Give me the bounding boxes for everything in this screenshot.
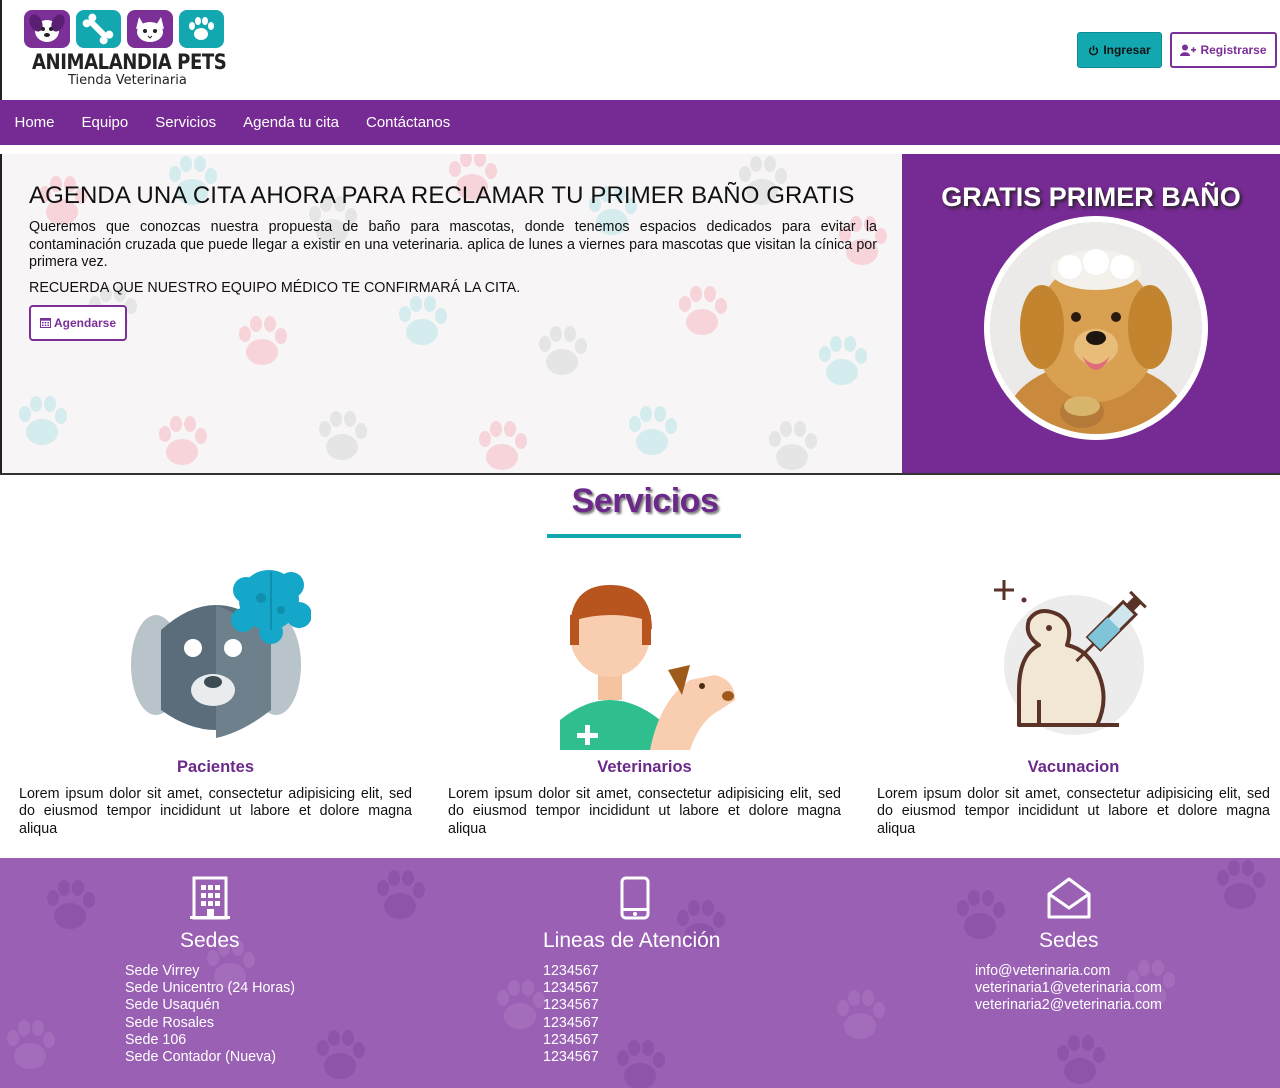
phone-item[interactable]: 1234567 — [543, 980, 599, 997]
site-header: ANIMALANDIA PETS Tienda Veterinaria Ingr… — [0, 0, 1280, 100]
nav-item-home[interactable]: Home — [1, 114, 68, 131]
bone-icon — [75, 10, 121, 48]
location-item: Sede Contador (Nueva) — [125, 1049, 276, 1066]
hero-banner: AGENDA UNA CITA AHORA PARA RECLAMAR TU P… — [0, 154, 902, 474]
cat-face-icon — [127, 10, 173, 48]
nav-item-servicios[interactable]: Servicios — [142, 114, 230, 131]
promo-panel: GRATIS PRIMER BAÑO — [902, 154, 1280, 474]
location-item: Sede 106 — [125, 1031, 187, 1048]
login-label: Ingresar — [1103, 43, 1151, 57]
nav-item-contacto[interactable]: Contáctanos — [353, 114, 464, 131]
service-name: Pacientes — [176, 758, 255, 776]
location-item: Sede Rosales — [125, 1014, 215, 1031]
nav-item-equipo[interactable]: Equipo — [68, 114, 142, 131]
main-navigation: Home Equipo Servicios Agenda tu cita Con… — [0, 100, 1280, 145]
dog-bath-photo — [984, 216, 1208, 440]
nav-item-agenda[interactable]: Agenda tu cita — [230, 114, 353, 131]
login-button[interactable]: Ingresar — [1077, 32, 1162, 68]
mobile-phone-icon — [620, 876, 650, 920]
register-button[interactable]: Registrarse — [1170, 32, 1277, 68]
sick-dog-icon — [116, 560, 316, 750]
phone-item[interactable]: 1234567 — [543, 1015, 599, 1032]
service-description: Lorem ipsum dolor sit amet, consectetur … — [448, 786, 841, 837]
locations-title: Sedes — [180, 929, 240, 952]
location-item: Sede Unicentro (24 Horas) — [125, 980, 296, 997]
power-icon — [1089, 45, 1099, 55]
service-card-veterinarios: Veterinarios Lorem ipsum dolor sit amet,… — [448, 560, 841, 838]
site-footer: Sedes Sede Virrey Sede Unicentro (24 Hor… — [0, 858, 1280, 1088]
location-item: Sede Usaquén — [125, 997, 220, 1014]
service-name: Veterinarios — [597, 758, 692, 776]
brand-logo[interactable]: ANIMALANDIA PETS Tienda Veterinaria — [24, 10, 227, 90]
hero-title: AGENDA UNA CITA AHORA PARA RECLAMAR TU P… — [29, 182, 855, 209]
phone-item[interactable]: 1234567 — [543, 1049, 599, 1066]
calendar-icon — [39, 318, 51, 328]
paw-print-icon — [178, 10, 224, 48]
building-icon — [190, 876, 230, 920]
envelope-open-icon — [1046, 876, 1092, 920]
brand-subtitle: Tienda Veterinaria — [68, 73, 187, 88]
locations-list: Sede Virrey Sede Unicentro (24 Horas) Se… — [125, 963, 295, 1066]
brand-name: ANIMALANDIA PETS — [32, 50, 227, 74]
promo-title: GRATIS PRIMER BAÑO — [941, 182, 1241, 212]
email-item[interactable]: info@veterinaria.com — [975, 963, 1162, 980]
service-card-pacientes: Pacientes Lorem ipsum dolor sit amet, co… — [19, 560, 412, 838]
logo-pet-icons — [24, 10, 224, 48]
hero-divider — [0, 473, 1280, 475]
hero-reminder: RECUERDA QUE NUESTRO EQUIPO MÉDICO TE CO… — [29, 279, 521, 296]
service-card-vacunacion: Vacunacion Lorem ipsum dolor sit amet, c… — [877, 560, 1270, 838]
email-item[interactable]: veterinaria1@veterinaria.com — [975, 980, 1162, 997]
schedule-button[interactable]: Agendarse — [29, 304, 127, 341]
phone-item[interactable]: 1234567 — [543, 963, 599, 980]
services-underline — [547, 534, 741, 538]
services-title: Servicios — [571, 482, 719, 520]
service-name: Vacunacion — [1027, 758, 1120, 776]
service-description: Lorem ipsum dolor sit amet, consectetur … — [19, 786, 412, 837]
email-item[interactable]: veterinaria2@veterinaria.com — [975, 997, 1162, 1014]
emails-title: Sedes — [1039, 929, 1099, 952]
register-label: Registrarse — [1200, 43, 1267, 57]
hero-content: AGENDA UNA CITA AHORA PARA RECLAMAR TU P… — [29, 182, 877, 341]
location-item: Sede Virrey — [125, 963, 200, 979]
veterinarian-icon — [545, 560, 745, 750]
phones-list: 1234567 1234567 1234567 1234567 1234567 … — [543, 963, 599, 1066]
phone-item[interactable]: 1234567 — [543, 997, 599, 1014]
hero-description: Queremos que conozcas nuestra propuesta … — [29, 219, 877, 270]
phone-item[interactable]: 1234567 — [543, 1032, 599, 1049]
emails-list: info@veterinaria.com veterinaria1@veteri… — [975, 963, 1162, 1015]
dog-vaccine-icon — [974, 560, 1174, 750]
dog-face-icon — [24, 10, 70, 48]
service-description: Lorem ipsum dolor sit amet, consectetur … — [877, 786, 1270, 837]
user-plus-icon — [1180, 44, 1197, 56]
schedule-label: Agendarse — [53, 315, 117, 330]
phones-title: Lineas de Atención — [543, 929, 721, 952]
